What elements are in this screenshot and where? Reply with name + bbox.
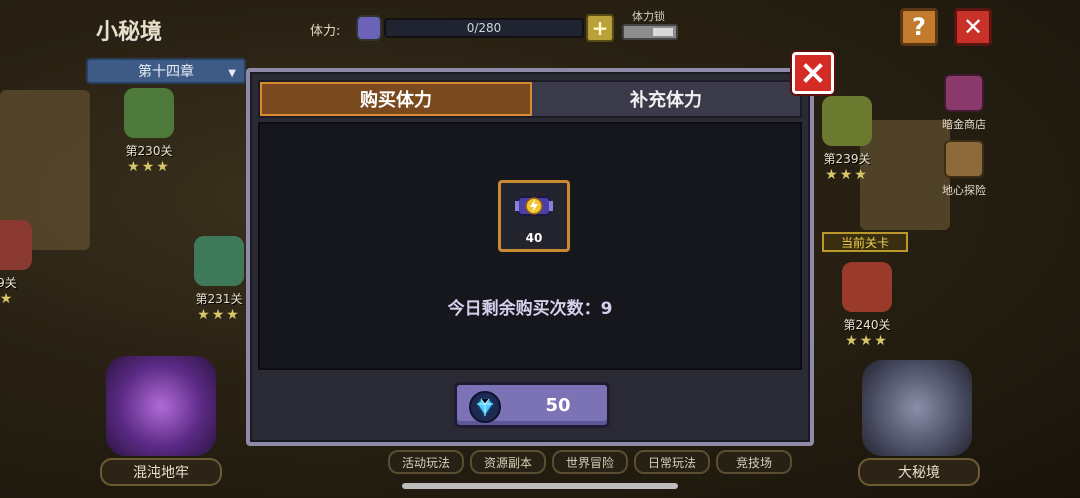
- level-stars: ★★★: [825, 167, 869, 183]
- help-button[interactable]: ?: [900, 8, 938, 46]
- add-stamina-button[interactable]: +: [586, 14, 614, 42]
- level-node[interactable]: 9关 ★: [0, 220, 42, 307]
- item-quantity: 40: [525, 231, 543, 245]
- stamina-lock-toggle[interactable]: [622, 24, 678, 40]
- level-label: 第239关: [823, 152, 871, 166]
- side-menu-label: 暗金商店: [942, 118, 986, 131]
- diamond-icon: [469, 391, 501, 423]
- level-node[interactable]: 第230关 ★★★: [114, 88, 184, 175]
- close-map-button[interactable]: ✕: [954, 8, 992, 46]
- level-label: 第240关: [843, 318, 891, 332]
- close-dialog-button[interactable]: [792, 52, 834, 94]
- stamina-lock-label: 体力锁: [632, 10, 665, 23]
- stamina-item-slot: 40: [498, 180, 570, 252]
- level-label: 第230关: [125, 144, 173, 158]
- home-indicator[interactable]: [402, 483, 678, 489]
- map-title: 小秘境: [96, 20, 163, 45]
- level-label: 9关: [0, 276, 17, 290]
- tab-buy-stamina[interactable]: 购买体力: [260, 82, 532, 116]
- level-node[interactable]: 第239关 ★★★: [812, 96, 882, 183]
- crystal-mine-icon: [944, 140, 984, 178]
- level-stars: ★★★: [845, 333, 889, 349]
- side-menu-label: 地心探险: [942, 184, 986, 197]
- close-icon: ✕: [962, 13, 984, 41]
- level-node[interactable]: 第231关 ★★★: [184, 236, 254, 323]
- stamina-potion-icon: [515, 196, 553, 216]
- stamina-icon: [356, 15, 382, 41]
- monster-icon: [0, 220, 32, 270]
- monster-icon: [822, 96, 872, 146]
- dialog-tabs: 购买体力 补充体力: [258, 80, 802, 118]
- side-menu-shop[interactable]: 暗金商店: [938, 74, 990, 132]
- greater-rift-button[interactable]: 大秘境: [858, 458, 980, 486]
- tab-refill-stamina[interactable]: 补充体力: [532, 82, 800, 116]
- level-stars: ★★★: [127, 159, 171, 175]
- level-label: 第231关: [195, 292, 243, 306]
- level-stars: ★: [0, 291, 15, 307]
- close-icon: [803, 63, 823, 83]
- shop-chest-icon: [944, 74, 984, 112]
- stamina-label: 体力:: [310, 24, 341, 39]
- tab-daily[interactable]: 日常玩法: [634, 450, 710, 474]
- chaos-dungeon-portal[interactable]: [106, 356, 216, 456]
- dialog-body: 40 今日剩余购买次数：9: [258, 122, 802, 370]
- monster-icon: [124, 88, 174, 138]
- chapter-selector[interactable]: 第十四章 ▼: [86, 58, 246, 84]
- monster-icon: [194, 236, 244, 286]
- level-stars: ★★★: [197, 307, 241, 323]
- level-node-current[interactable]: 第240关 ★★★: [832, 262, 902, 349]
- current-level-badge: 当前关卡: [822, 232, 908, 252]
- side-menu-explore[interactable]: 地心探险: [938, 140, 990, 198]
- chapter-label: 第十四章: [138, 64, 194, 80]
- tab-world-adventure[interactable]: 世界冒险: [552, 450, 628, 474]
- tab-resource-dungeon[interactable]: 资源副本: [470, 450, 546, 474]
- buy-stamina-dialog: 购买体力 补充体力 40 今日剩余购买次数：9 50: [246, 68, 814, 446]
- stamina-bar: 0/280: [384, 18, 584, 38]
- buy-price: 50: [545, 394, 571, 416]
- chevron-down-icon: ▼: [228, 68, 236, 79]
- monster-icon: [842, 262, 892, 312]
- bottom-tab-bar: 活动玩法 资源副本 世界冒险 日常玩法 竞技场: [388, 450, 792, 474]
- remaining-purchases-text: 今日剩余购买次数：9: [447, 299, 613, 319]
- greater-rift-portal[interactable]: [862, 360, 972, 456]
- chaos-dungeon-button[interactable]: 混沌地牢: [100, 458, 222, 486]
- tab-activities[interactable]: 活动玩法: [388, 450, 464, 474]
- buy-button[interactable]: 50: [454, 382, 610, 428]
- tab-arena[interactable]: 竞技场: [716, 450, 792, 474]
